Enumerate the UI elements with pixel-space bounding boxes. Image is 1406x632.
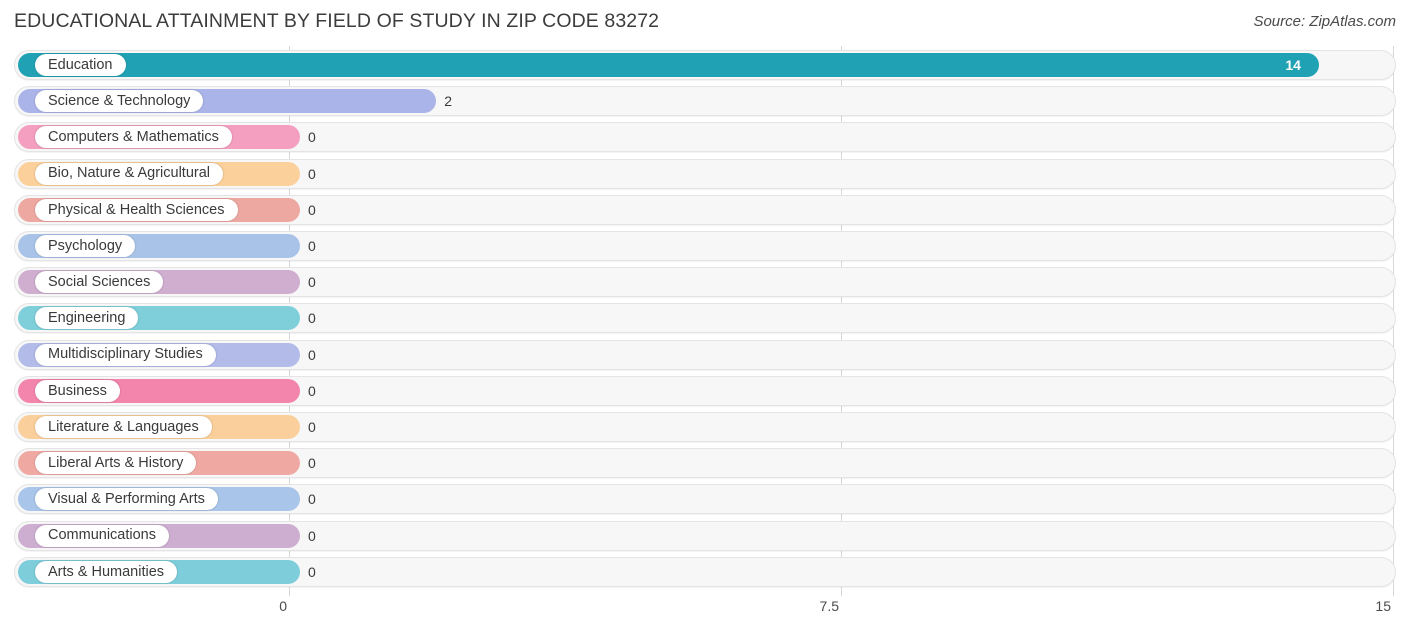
bar-category-label-text: Engineering	[48, 310, 126, 327]
x-axis: 0 7.5 15	[0, 596, 1406, 632]
bar-category-label: Physical & Health Sciences	[35, 198, 238, 221]
bar-row[interactable]: Physical & Health Sciences 0	[14, 194, 1396, 225]
bar-category-label-text: Multidisciplinary Studies	[48, 346, 203, 363]
bar-row[interactable]: Psychology 0	[14, 231, 1396, 261]
bar-value-label: 0	[308, 527, 316, 544]
bar-value-label: 0	[308, 310, 316, 327]
bar-category-label: Bio, Nature & Agricultural	[35, 162, 223, 185]
bar-category-label: Engineering	[35, 307, 139, 330]
bar-value-label: 0	[308, 455, 316, 472]
bar-value-label: 0	[308, 563, 316, 580]
bar-row[interactable]: Bio, Nature & Agricultural 0	[14, 158, 1396, 189]
bar-row[interactable]: Science & Technology 2	[14, 86, 1396, 117]
bar-row[interactable]: Communications 0	[14, 520, 1396, 551]
bar-value-label: 0	[308, 129, 316, 146]
axis-tick-label: 15	[1375, 598, 1391, 614]
chart-plot-area: Education 14 Science & Technology 2 Computer…	[0, 46, 1406, 596]
bar-category-label-text: Arts & Humanities	[48, 563, 165, 580]
bar-row[interactable]: Liberal Arts & History 0	[14, 448, 1396, 479]
bar-value-label: 0	[308, 165, 316, 182]
page-title: EDUCATIONAL ATTAINMENT BY FIELD OF STUDY…	[14, 10, 660, 32]
bar-category-label-text: Visual & Performing Arts	[48, 491, 205, 508]
bar-row[interactable]: Computers & Mathematics 0	[14, 122, 1396, 153]
bar-category-label: Computers & Mathematics	[35, 126, 232, 149]
bar-category-label: Business	[35, 379, 120, 402]
chart-header: EDUCATIONAL ATTAINMENT BY FIELD OF STUDY…	[0, 0, 1406, 46]
bar-category-label: Multidisciplinary Studies	[35, 343, 216, 366]
bar-category-label: Communications	[35, 524, 169, 547]
bar-category-label: Visual & Performing Arts	[35, 488, 218, 511]
bar-category-label-text: Computers & Mathematics	[48, 129, 219, 146]
bar-category-label-text: Liberal Arts & History	[48, 454, 184, 471]
bar-category-label: Liberal Arts & History	[35, 452, 197, 475]
bar-category-label-text: Literature & Languages	[48, 418, 199, 435]
bar-category-label: Arts & Humanities	[35, 560, 178, 583]
bar-value-label: 0	[308, 382, 316, 399]
bar-value-label: 0	[308, 419, 316, 435]
bar-row[interactable]: Literature & Languages 0	[14, 412, 1396, 442]
bar-row[interactable]: Visual & Performing Arts 0	[14, 484, 1396, 515]
bar-category-label-text: Business	[48, 382, 107, 399]
bar-value-label: 0	[308, 238, 316, 254]
bar-value-label: 0	[308, 201, 316, 218]
bar-category-label-text: Bio, Nature & Agricultural	[48, 165, 210, 182]
bar-category-label: Psychology	[35, 235, 136, 257]
bar-value-label: 14	[1285, 57, 1301, 73]
axis-tick-label: 0	[279, 598, 287, 614]
bar-row[interactable]: Engineering 0	[14, 303, 1396, 334]
bar-row[interactable]: Multidisciplinary Studies 0	[14, 339, 1396, 370]
bar-row[interactable]: Business 0	[14, 375, 1396, 406]
bar-category-label-text: Science & Technology	[48, 92, 191, 109]
bar-row[interactable]: Education 14	[14, 50, 1396, 80]
bar-category-label-text: Physical & Health Sciences	[48, 201, 225, 218]
source-attribution: Source: ZipAtlas.com	[1253, 13, 1396, 30]
bar-row[interactable]: Social Sciences 0	[14, 267, 1396, 298]
bar-category-label-text: Education	[48, 56, 113, 73]
bar-fill	[18, 53, 1320, 77]
bar-category-label-text: Communications	[48, 527, 156, 544]
bar-value-label: 2	[444, 93, 452, 110]
bar-value-label: 0	[308, 491, 316, 508]
bar-category-label: Science & Technology	[35, 90, 204, 113]
bar-category-label: Literature & Languages	[35, 416, 212, 438]
axis-tick-label: 7.5	[819, 598, 839, 614]
bar-rows: Education 14 Science & Technology 2 Computer…	[0, 46, 1406, 596]
bar-category-label-text: Psychology	[48, 237, 123, 254]
bar-value-label: 0	[308, 346, 316, 363]
bar-category-label: Education	[35, 54, 126, 76]
bar-value-label: 0	[308, 274, 316, 291]
bar-row[interactable]: Arts & Humanities 0	[14, 556, 1396, 587]
bar-category-label: Social Sciences	[35, 271, 164, 294]
bar-category-label-text: Social Sciences	[48, 273, 151, 290]
